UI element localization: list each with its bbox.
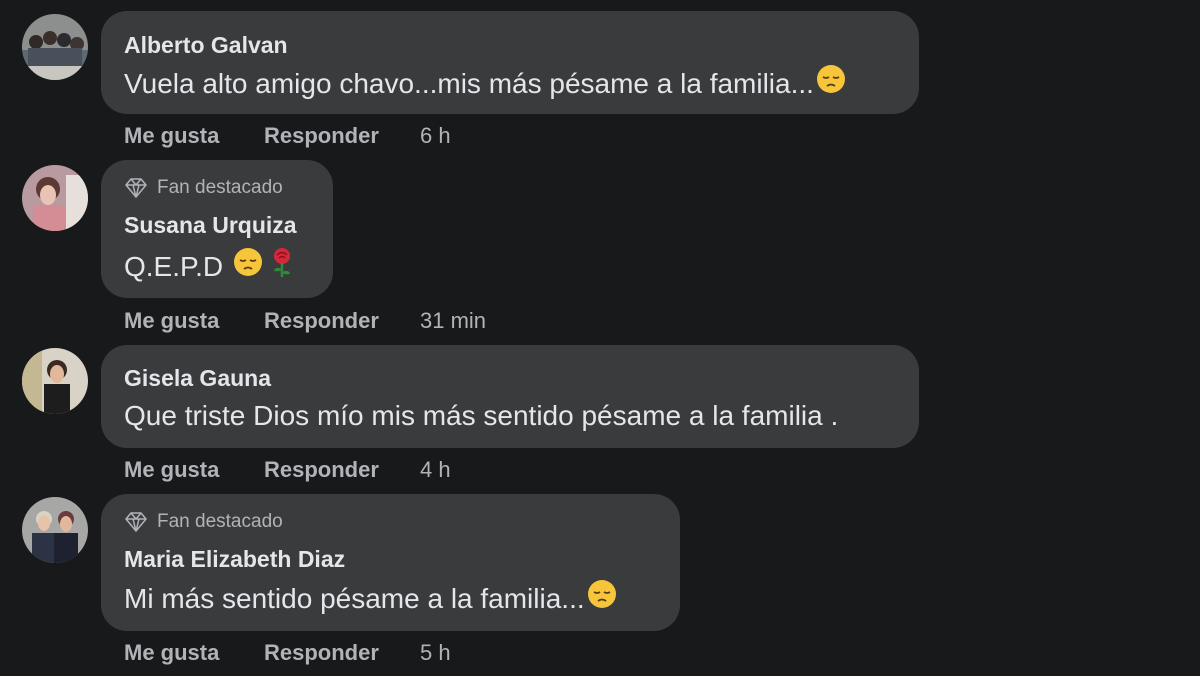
comment-text: Que triste Dios mío mis más sentido pésa… <box>124 400 839 431</box>
reply-button[interactable]: Responder <box>264 123 420 149</box>
comment-text: Q.E.P.D <box>124 246 309 288</box>
comment-bubble: Fan destacado Maria Elizabeth Diaz Mi má… <box>101 494 680 631</box>
diamond-icon <box>125 512 147 532</box>
avatar[interactable] <box>22 14 88 80</box>
top-fan-badge: Fan destacado <box>124 177 309 198</box>
pensive-face-emoji <box>233 247 263 287</box>
comment-author[interactable]: Alberto Galvan <box>124 31 895 59</box>
comment-text: Vuela alto amigo chavo...mis más pésame … <box>124 64 895 104</box>
like-button[interactable]: Me gusta <box>124 457 264 483</box>
like-button[interactable]: Me gusta <box>124 640 264 666</box>
pensive-face-emoji <box>816 64 846 104</box>
pensive-face-emoji <box>587 579 617 619</box>
diamond-icon <box>125 178 147 198</box>
reply-button[interactable]: Responder <box>264 640 420 666</box>
comment-bubble: Fan destacado Susana Urquiza Q.E.P.D <box>101 160 333 298</box>
comment-actions: Me gusta Responder 4 h <box>124 457 451 483</box>
comment-actions: Me gusta Responder 5 h <box>124 640 451 666</box>
avatar[interactable] <box>22 497 88 563</box>
like-button[interactable]: Me gusta <box>124 123 264 149</box>
avatar[interactable] <box>22 348 88 414</box>
comment-author[interactable]: Susana Urquiza <box>124 211 309 239</box>
avatar[interactable] <box>22 165 88 231</box>
comment-bubble: Alberto Galvan Vuela alto amigo chavo...… <box>101 11 919 114</box>
like-button[interactable]: Me gusta <box>124 308 264 334</box>
badge-label: Fan destacado <box>157 177 283 198</box>
rose-emoji <box>267 246 297 288</box>
reply-button[interactable]: Responder <box>264 308 420 334</box>
comment-author[interactable]: Maria Elizabeth Diaz <box>124 545 656 573</box>
reply-button[interactable]: Responder <box>264 457 420 483</box>
comment-text: Mi más sentido pésame a la familia... <box>124 579 656 619</box>
comment-actions: Me gusta Responder 6 h <box>124 123 451 149</box>
comment-timestamp[interactable]: 5 h <box>420 640 451 666</box>
comment-timestamp[interactable]: 4 h <box>420 457 451 483</box>
comment-bubble: Gisela Gauna Que triste Dios mío mis más… <box>101 345 919 448</box>
badge-label: Fan destacado <box>157 511 283 532</box>
comment-actions: Me gusta Responder 31 min <box>124 308 486 334</box>
comment-author[interactable]: Gisela Gauna <box>124 364 895 392</box>
top-fan-badge: Fan destacado <box>124 511 656 532</box>
comment-timestamp[interactable]: 6 h <box>420 123 451 149</box>
comment-timestamp[interactable]: 31 min <box>420 308 486 334</box>
